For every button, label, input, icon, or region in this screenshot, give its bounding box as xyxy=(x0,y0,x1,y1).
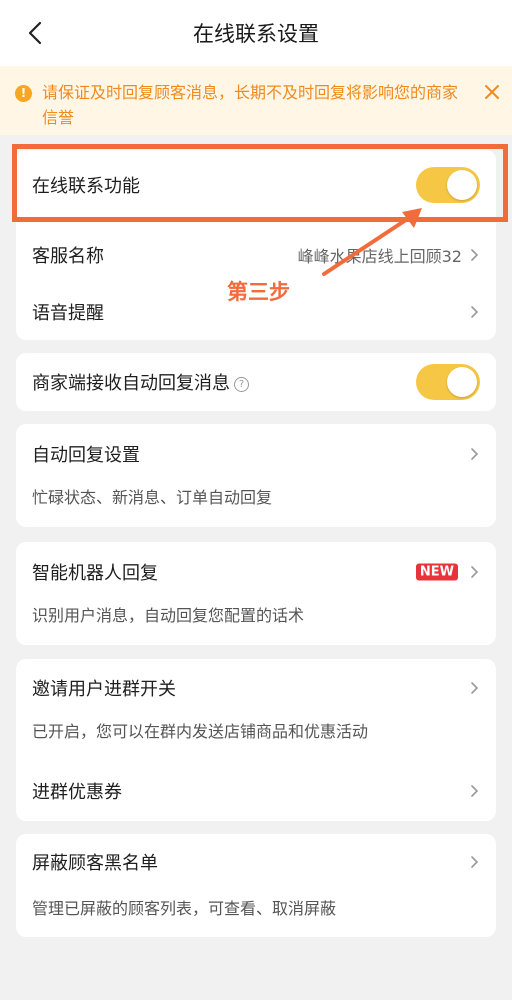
auto-reply-title: 自动回复设置 xyxy=(32,445,140,466)
group-invite-subtitle: 已开启，您可以在群内发送店铺商品和优惠活动 xyxy=(32,722,369,741)
blacklist-subtitle: 管理已屏蔽的顾客列表，可查看、取消屏蔽 xyxy=(32,899,337,918)
auto-reply-card[interactable]: 自动回复设置 忙碌状态、新消息、订单自动回复 xyxy=(16,424,496,527)
warning-banner: ! 请保证及时回复顾客消息，长期不及时回复将影响您的商家信誉 xyxy=(0,66,512,135)
voice-reminder-label: 语音提醒 xyxy=(32,303,104,324)
chevron-right-icon xyxy=(471,249,479,261)
auto-receive-text: 商家端接收自动回复消息 xyxy=(32,373,230,394)
group-invite-card: 邀请用户进群开关 已开启，您可以在群内发送店铺商品和优惠活动 进群优惠券 xyxy=(16,659,496,821)
robot-reply-subtitle: 识别用户消息，自动回复您配置的话术 xyxy=(32,606,305,625)
auto-receive-label: 商家端接收自动回复消息? xyxy=(32,369,249,395)
robot-reply-title: 智能机器人回复 xyxy=(32,563,158,584)
new-badge: NEW xyxy=(415,563,458,581)
blacklist-card[interactable]: 屏蔽顾客黑名单 管理已屏蔽的顾客列表，可查看、取消屏蔽 xyxy=(16,834,496,937)
auto-receive-card: 商家端接收自动回复消息? xyxy=(16,353,496,411)
auto-reply-row: 自动回复设置 xyxy=(16,429,496,479)
group-invite-row[interactable]: 邀请用户进群开关 xyxy=(16,663,496,713)
blacklist-title: 屏蔽顾客黑名单 xyxy=(32,853,158,874)
annotation-step-label: 第三步 xyxy=(227,280,290,304)
auto-receive-row: 商家端接收自动回复消息? xyxy=(16,357,496,407)
auto-reply-subtitle: 忙碌状态、新消息、订单自动回复 xyxy=(32,488,273,507)
page-title: 在线联系设置 xyxy=(193,22,319,46)
warning-text: 请保证及时回复顾客消息，长期不及时回复将影响您的商家信誉 xyxy=(42,83,459,127)
robot-reply-card[interactable]: 智能机器人回复 NEW 识别用户消息，自动回复您配置的话术 xyxy=(16,542,496,645)
chevron-right-icon xyxy=(471,448,479,460)
nav-header: 在线联系设置 xyxy=(0,0,512,66)
robot-reply-row: 智能机器人回复 NEW xyxy=(16,547,496,597)
group-invite-title: 邀请用户进群开关 xyxy=(32,679,176,700)
group-coupon-row[interactable]: 进群优惠券 xyxy=(16,766,496,816)
service-name-label: 客服名称 xyxy=(32,246,104,267)
chevron-right-icon xyxy=(471,785,479,797)
chevron-right-icon xyxy=(471,856,479,868)
close-icon xyxy=(485,85,499,99)
annotation-arrow-icon xyxy=(322,208,422,276)
chevron-right-icon xyxy=(471,682,479,694)
group-coupon-label: 进群优惠券 xyxy=(32,782,122,803)
close-banner-button[interactable] xyxy=(482,82,502,102)
blacklist-row: 屏蔽顾客黑名单 xyxy=(16,837,496,887)
help-icon[interactable]: ? xyxy=(234,376,249,392)
auto-receive-toggle[interactable] xyxy=(416,364,480,400)
chevron-right-icon xyxy=(471,566,479,578)
toggle-knob xyxy=(447,367,477,397)
warning-icon: ! xyxy=(15,85,32,102)
chevron-right-icon xyxy=(471,306,479,318)
